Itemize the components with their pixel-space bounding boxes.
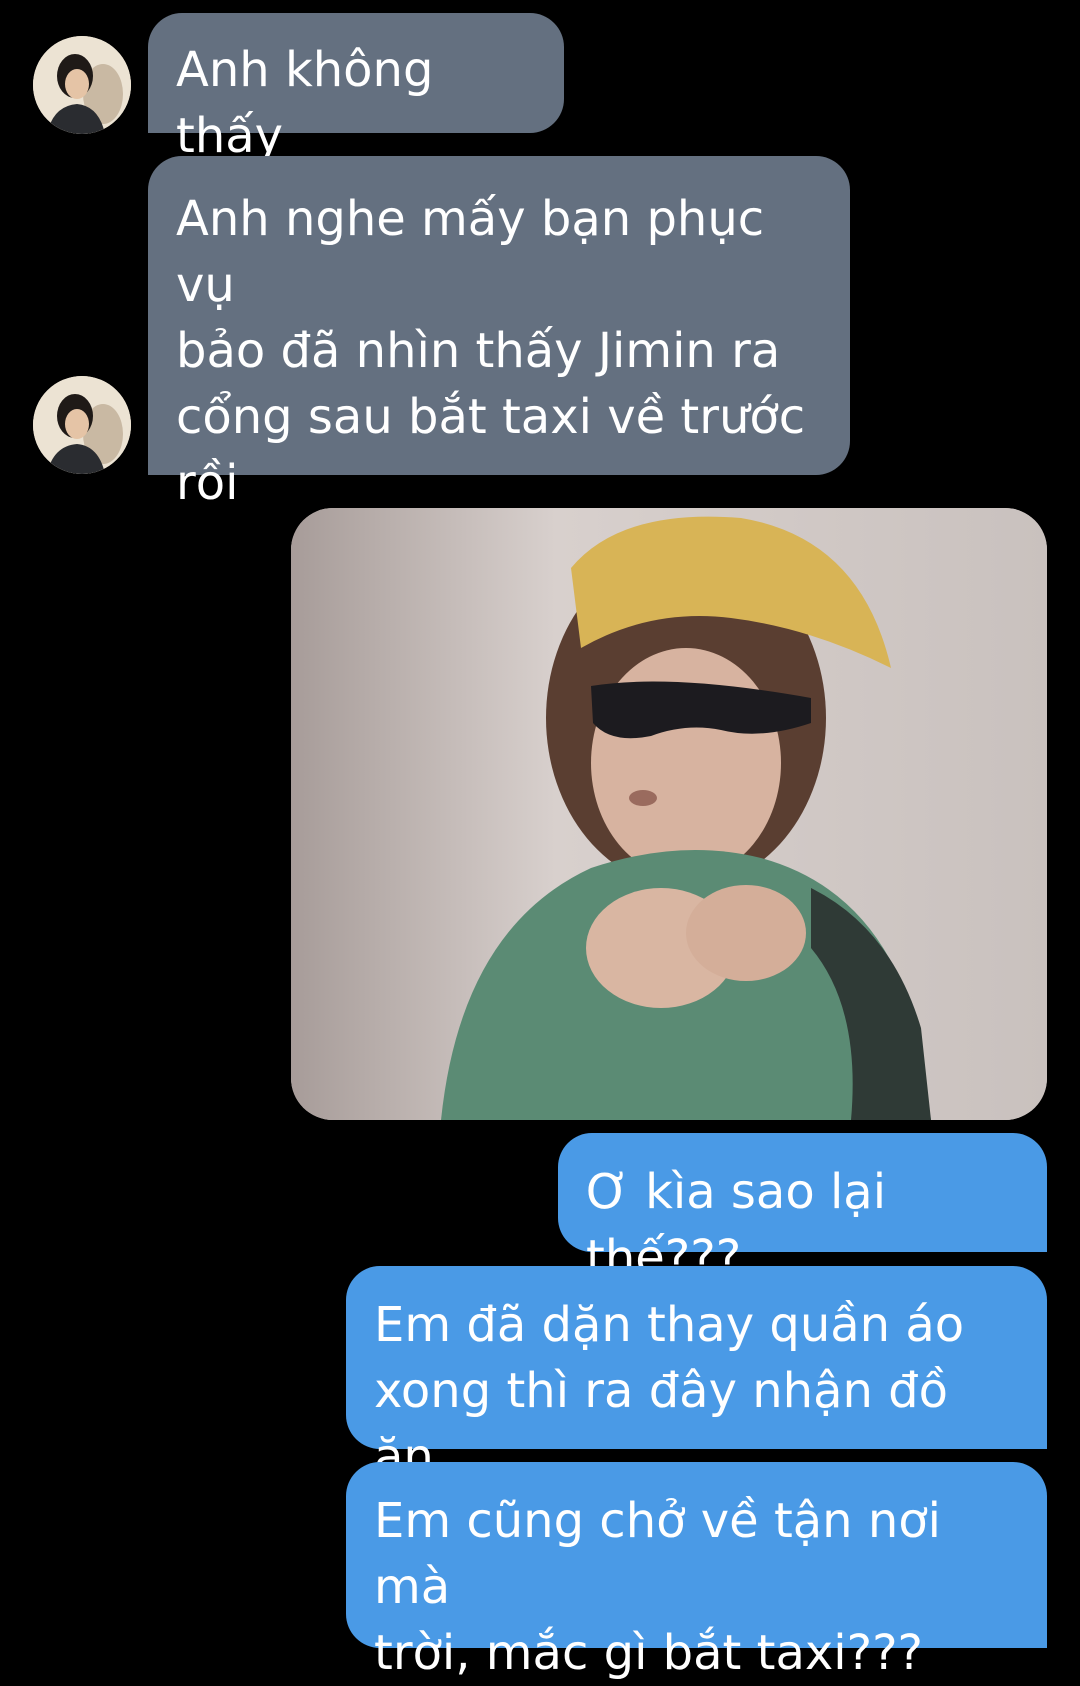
contact-avatar[interactable]: [33, 36, 131, 134]
contact-avatar[interactable]: [33, 376, 131, 474]
meme-photo: [291, 508, 1047, 1120]
message-bubble-incoming[interactable]: Anh nghe mấy bạn phục vụ bảo đã nhìn thấ…: [148, 156, 850, 511]
message-bubble-outgoing[interactable]: Em đã dặn thay quần áo xong thì ra đây n…: [346, 1266, 1047, 1485]
chat-thread: Anh không thấy Anh nghe mấy bạn phục vụ …: [0, 0, 1080, 1681]
image-message[interactable]: [291, 508, 1047, 1120]
message-bubble-outgoing[interactable]: Em cũng chở về tận nơi mà trời, mắc gì b…: [346, 1462, 1047, 1681]
message-bubble-outgoing[interactable]: Ơ kìa sao lại thế???: [558, 1133, 1047, 1286]
message-bubble-incoming[interactable]: Anh không thấy: [148, 13, 564, 164]
